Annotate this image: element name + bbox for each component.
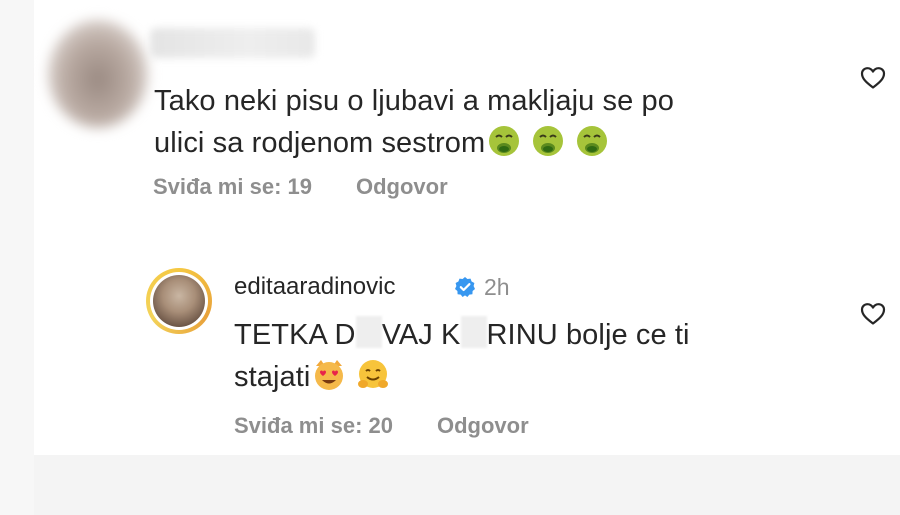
comment-2-likes[interactable]: Sviđa mi se: 20 [234,413,393,438]
comment-2-line-2-text: stajati [234,361,311,393]
avatar-photo [153,275,205,327]
user-avatar[interactable] [146,268,212,334]
smiling-cat-heart-eyes-icon [315,360,344,390]
nauseated-face-icon [533,126,564,156]
comment-2-line-2: stajati [234,356,690,398]
blurred-username[interactable] [150,28,315,58]
like-heart-icon[interactable] [860,66,886,90]
comment-2-meta: Sviđa mi se: 20 Odgovor [234,413,573,439]
comment-1-likes[interactable]: Sviđa mi se: 19 [153,174,312,199]
comment-1-line-2: ulici sa rodjenom sestrom [154,122,674,164]
verified-badge-icon [455,277,475,297]
nauseated-face-icon [489,126,520,156]
comment-2-line-1: TETKA D VAJ K RINU bolje ce ti [234,314,690,356]
comment-2-time: 2h [484,274,510,300]
comment-1-line-2-text: ulici sa rodjenom sestrom [154,127,486,159]
comment-1-meta: Sviđa mi se: 19 Odgovor [153,174,492,200]
comment-2-reply-button[interactable]: Odgovor [437,413,529,438]
blurred-avatar[interactable] [48,20,148,128]
comment-2-username[interactable]: editaaradinovic [234,273,395,301]
comment-1-line-1: Tako neki pisu o ljubavi a makljaju se p… [154,85,674,117]
comment-1-reply-button[interactable]: Odgovor [356,174,448,199]
hugging-face-icon [358,360,389,388]
like-heart-icon[interactable] [860,302,886,326]
comment-2-part-2: VAJ K [381,319,461,351]
comment-2-text: TETKA D VAJ K RINU bolje ce ti stajati [234,314,690,398]
comment-2-part-3: RINU bolje ce ti [486,319,690,351]
censor-blur [355,316,382,348]
panel-footer [34,455,900,515]
comment-1-text: Tako neki pisu o ljubavi a makljaju se p… [154,80,674,164]
censor-blur [460,316,487,348]
comment-2-part-1: TETKA D [234,319,356,351]
nauseated-face-icon [577,126,608,156]
